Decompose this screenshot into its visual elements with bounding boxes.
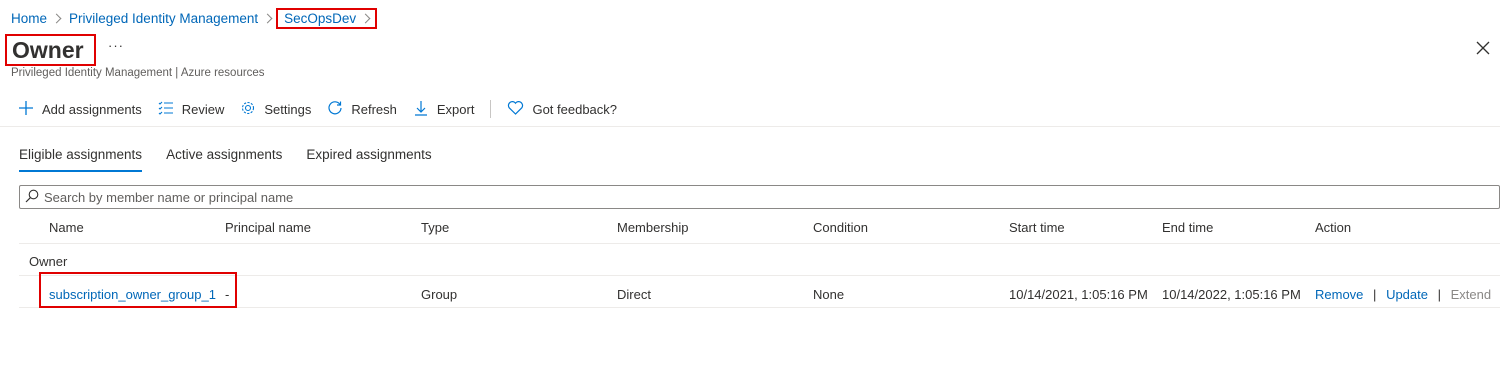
action-separator: | xyxy=(1437,287,1441,302)
breadcrumb-current-highlight: SecOpsDev xyxy=(276,7,378,29)
membership-cell: Direct xyxy=(617,287,651,302)
chevron-right-icon xyxy=(360,13,371,23)
column-header-name[interactable]: Name xyxy=(49,220,84,235)
end-time-cell: 10/14/2022, 1:05:16 PM xyxy=(1162,287,1301,302)
table-header-row: Name Principal name Type Membership Cond… xyxy=(19,210,1500,244)
review-button[interactable]: Review xyxy=(158,100,225,119)
action-separator: | xyxy=(1373,287,1377,302)
column-header-action: Action xyxy=(1315,220,1352,235)
refresh-label: Refresh xyxy=(351,101,397,117)
type-cell: Group xyxy=(421,287,458,302)
command-bar: Add assignments Review Settings Refresh xyxy=(18,98,633,120)
breadcrumb-pim-link[interactable]: Privileged Identity Management xyxy=(69,11,258,26)
export-button[interactable]: Export xyxy=(413,100,475,119)
download-icon xyxy=(413,100,437,119)
chevron-right-icon xyxy=(262,13,273,23)
remove-link[interactable]: Remove xyxy=(1315,287,1363,302)
condition-cell: None xyxy=(813,287,845,302)
review-label: Review xyxy=(181,101,225,117)
toolbar-divider xyxy=(490,100,492,118)
column-header-condition[interactable]: Condition xyxy=(813,220,868,235)
group-header-row: Owner xyxy=(19,244,1500,276)
close-icon[interactable] xyxy=(1476,41,1490,55)
assignments-table: Name Principal name Type Membership Cond… xyxy=(19,210,1500,308)
refresh-button[interactable]: Refresh xyxy=(327,100,397,119)
tab-expired-assignments[interactable]: Expired assignments xyxy=(306,147,431,172)
search-input[interactable] xyxy=(44,189,1499,205)
table-row: subscription_owner_group_1 - Group Direc… xyxy=(19,276,1500,308)
refresh-icon xyxy=(327,100,351,119)
add-assignments-label: Add assignments xyxy=(42,101,142,117)
breadcrumb-secopsdev-link[interactable]: SecOpsDev xyxy=(284,11,356,26)
checklist-icon xyxy=(158,100,182,119)
column-header-start-time[interactable]: Start time xyxy=(1009,220,1065,235)
action-cell: Remove | Update | Extend xyxy=(1315,287,1491,302)
column-header-end-time[interactable]: End time xyxy=(1162,220,1213,235)
column-header-membership[interactable]: Membership xyxy=(617,220,689,235)
more-options-button[interactable]: ··· xyxy=(108,38,124,53)
feedback-label: Got feedback? xyxy=(532,101,618,117)
page-title: Owner xyxy=(12,37,84,63)
assignment-tabs: Eligible assignments Active assignments … xyxy=(19,147,456,172)
breadcrumb-home-link[interactable]: Home xyxy=(11,11,47,26)
search-box xyxy=(19,185,1500,209)
tab-active-assignments[interactable]: Active assignments xyxy=(166,147,282,172)
update-link[interactable]: Update xyxy=(1386,287,1428,302)
breadcrumb: Home Privileged Identity Management SecO… xyxy=(11,7,378,29)
gear-icon xyxy=(240,100,264,119)
group-label-owner: Owner xyxy=(29,254,68,269)
column-header-type[interactable]: Type xyxy=(421,220,449,235)
heart-icon xyxy=(507,100,532,119)
search-icon xyxy=(25,189,39,206)
column-header-principal-name[interactable]: Principal name xyxy=(225,220,311,235)
page-subtitle: Privileged Identity Management | Azure r… xyxy=(11,67,265,79)
tab-eligible-assignments[interactable]: Eligible assignments xyxy=(19,147,143,172)
add-assignments-button[interactable]: Add assignments xyxy=(18,100,142,119)
export-label: Export xyxy=(436,101,475,117)
start-time-cell: 10/14/2021, 1:05:16 PM xyxy=(1009,287,1148,302)
extend-link-disabled: Extend xyxy=(1450,287,1492,302)
plus-icon xyxy=(18,100,42,119)
chevron-right-icon xyxy=(51,13,62,23)
member-name-highlight xyxy=(39,272,237,308)
feedback-button[interactable]: Got feedback? xyxy=(507,100,617,119)
settings-label: Settings xyxy=(264,101,312,117)
settings-button[interactable]: Settings xyxy=(240,100,311,119)
toolbar-divider-line xyxy=(0,126,1500,127)
